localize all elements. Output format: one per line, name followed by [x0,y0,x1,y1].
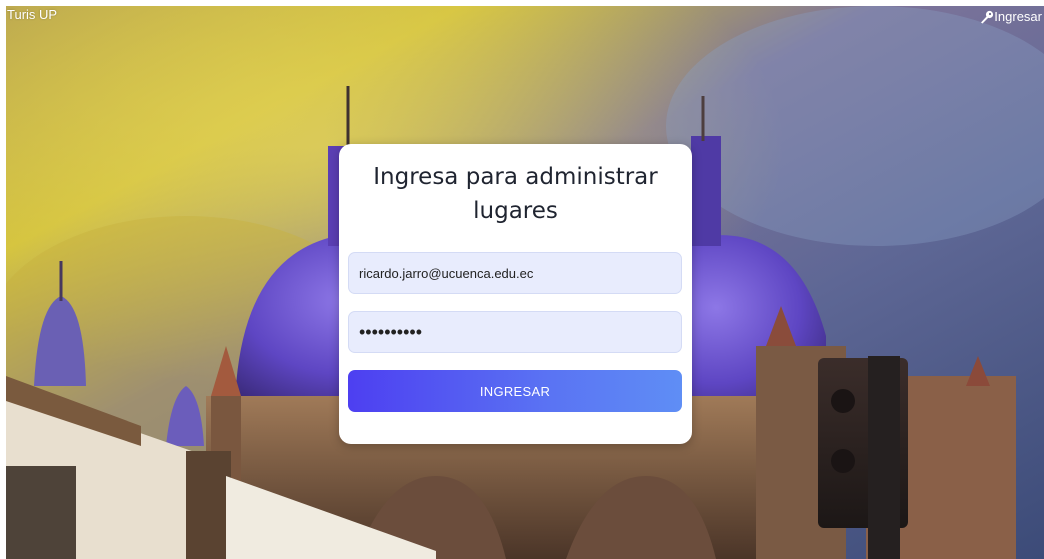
login-card: Ingresa para administrar lugares INGRESA… [339,144,692,444]
login-page: Turis UP Ingresar Ingresa para administr… [0,0,1044,559]
password-field[interactable] [348,311,682,353]
email-field[interactable] [348,252,682,294]
key-icon [980,10,994,24]
login-submit-button[interactable]: INGRESAR [348,370,682,412]
app-brand[interactable]: Turis UP [7,7,57,23]
login-title: Ingresa para administrar lugares [373,164,658,224]
login-nav-link[interactable]: Ingresar [980,9,1042,25]
login-nav-label: Ingresar [994,9,1042,24]
